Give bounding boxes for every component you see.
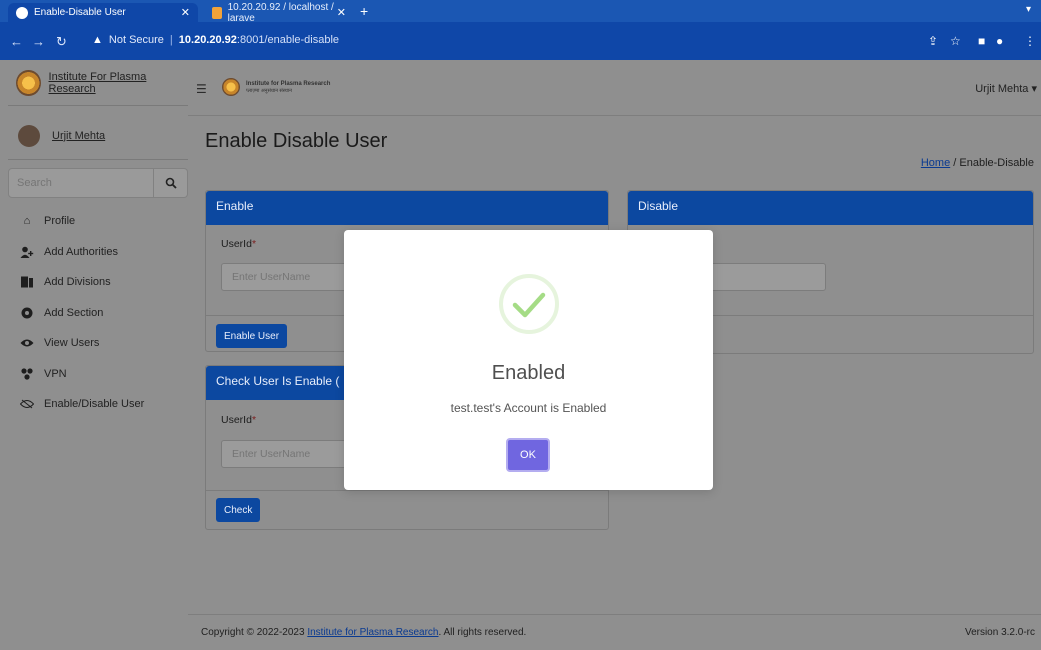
- userid-label: UserId*: [221, 238, 257, 250]
- success-check-icon: [498, 273, 560, 335]
- page-title: Enable Disable User: [205, 130, 388, 152]
- disable-card-header: Disable: [628, 191, 1033, 225]
- site-favicon-icon: [16, 6, 28, 19]
- sidebar-item-profile[interactable]: ⌂ Profile: [8, 206, 188, 237]
- warning-icon: ▲: [92, 34, 103, 46]
- top-user-name: Urjit Mehta: [975, 83, 1029, 95]
- breadcrumb-home-link[interactable]: Home: [921, 157, 950, 169]
- version-text: Version 3.2.0-rc: [964, 627, 1035, 638]
- security-status: Not Secure: [108, 34, 164, 46]
- search-input[interactable]: [8, 168, 154, 198]
- menu-kebab-icon[interactable]: ⋮: [1024, 34, 1036, 48]
- tab-label: Enable-Disable User: [34, 7, 126, 18]
- sidebar-item-label: View Users: [44, 337, 100, 350]
- bookmark-star-icon[interactable]: ☆: [950, 34, 961, 48]
- browser-tab-bar: Enable-Disable User ✕ 10.20.20.92 / loca…: [0, 0, 1041, 24]
- sidebar-item-add-section[interactable]: Add Section: [8, 298, 188, 329]
- header-logo[interactable]: Institute for Plasma Research प्लाज़्मा …: [222, 78, 330, 96]
- sidebar-item-label: Add Divisions: [44, 276, 111, 289]
- phpmyadmin-favicon-icon: [212, 6, 222, 19]
- back-arrow-icon[interactable]: ←: [10, 34, 23, 49]
- enable-userid-input[interactable]: [221, 263, 361, 291]
- check-button[interactable]: Check: [216, 498, 261, 522]
- search-button[interactable]: [154, 168, 188, 198]
- user-avatar: [18, 124, 40, 147]
- success-dialog: Enabled test.test's Account is Enabled O…: [344, 230, 713, 490]
- close-tab-icon[interactable]: ✕: [181, 6, 190, 19]
- logo-text-english: Institute for Plasma Research: [246, 80, 331, 87]
- user-plus-icon: [20, 246, 34, 258]
- tab-phpmyadmin[interactable]: 10.20.20.92 / localhost / larave ✕: [204, 1, 354, 24]
- hamburger-menu-icon[interactable]: ☰: [196, 82, 207, 96]
- dialog-title: Enabled: [491, 362, 566, 384]
- breadcrumb-current: Enable-Disable: [959, 157, 1034, 169]
- sidebar-search: [8, 168, 188, 198]
- copyright-text: Copyright © 2022-2023 Institute for Plas…: [201, 627, 527, 638]
- sidebar-item-add-authorities[interactable]: Add Authorities: [8, 237, 188, 268]
- network-icon: [20, 368, 34, 380]
- new-tab-button[interactable]: +: [360, 3, 368, 19]
- sidepanel-icon[interactable]: ■: [978, 34, 985, 48]
- door-icon: [20, 276, 34, 288]
- close-tab-icon[interactable]: ✕: [337, 6, 346, 19]
- sidebar-item-label: Profile: [44, 215, 76, 228]
- address-bar: ← → ↻ ▲ Not Secure | 10.20.20.92 :8001/e…: [0, 22, 1041, 60]
- user-dropdown[interactable]: Urjit Mehta ▾: [975, 82, 1037, 95]
- logo-text-hindi: प्लाज़्मा अनुसंधान संस्थान: [246, 87, 292, 94]
- reload-icon[interactable]: ↻: [56, 34, 67, 50]
- search-icon: [165, 177, 177, 189]
- sidebar-item-label: Enable/Disable User: [44, 398, 145, 411]
- sidebar-user[interactable]: Urjit Mehta: [8, 112, 188, 160]
- home-icon: ⌂: [23, 215, 31, 228]
- enable-card-header: Enable: [206, 191, 608, 225]
- tab-label: 10.20.20.92 / localhost / larave: [227, 1, 334, 24]
- eye-slash-icon: [20, 398, 34, 410]
- sidebar-menu: ⌂ Profile Add Authorities Add Divisions …: [8, 206, 188, 420]
- gear-icon: [20, 307, 34, 319]
- sidebar-item-add-divisions[interactable]: Add Divisions: [8, 267, 188, 298]
- share-icon[interactable]: ⇪: [928, 34, 938, 48]
- breadcrumb-separator: /: [953, 157, 957, 169]
- enable-user-button[interactable]: Enable User: [216, 324, 288, 348]
- breadcrumb: Home / Enable-Disable: [921, 157, 1034, 169]
- userid-label: UserId*: [221, 414, 257, 426]
- sidebar-item-label: VPN: [44, 367, 67, 380]
- forward-arrow-icon[interactable]: →: [32, 34, 45, 49]
- top-navbar: ☰ Institute for Plasma Research प्लाज़्म…: [188, 60, 1041, 116]
- card-divider: [206, 490, 608, 491]
- sidebar-item-label: Add Authorities: [44, 245, 118, 258]
- institute-logo-icon: [222, 78, 240, 96]
- sidebar: Institute For Plasma Research Urjit Meht…: [8, 60, 188, 650]
- sidebar-item-label: Add Section: [44, 306, 104, 319]
- brand-name: Institute For Plasma Research: [48, 70, 147, 95]
- sidebar-item-enable-disable-user[interactable]: Enable/Disable User: [8, 389, 188, 420]
- ok-button[interactable]: OK: [506, 438, 550, 472]
- sidebar-user-name: Urjit Mehta: [52, 129, 106, 142]
- page-footer: Copyright © 2022-2023 Institute for Plas…: [188, 614, 1041, 650]
- dialog-message: test.test's Account is Enabled: [450, 401, 607, 415]
- sidebar-brand[interactable]: Institute For Plasma Research: [8, 60, 188, 106]
- institute-logo-icon: [16, 69, 41, 96]
- eye-icon: [20, 337, 34, 349]
- url-path: :8001/enable-disable: [236, 34, 340, 46]
- tab-enable-disable-user[interactable]: Enable-Disable User ✕: [8, 3, 198, 22]
- url-field[interactable]: ▲ Not Secure | 10.20.20.92 :8001/enable-…: [92, 29, 972, 51]
- footer-org-link[interactable]: Institute for Plasma Research: [307, 627, 438, 638]
- url-host: 10.20.20.92: [178, 34, 237, 46]
- check-userid-input[interactable]: [221, 440, 361, 468]
- sidebar-item-view-users[interactable]: View Users: [8, 328, 188, 359]
- url-separator: |: [169, 34, 173, 46]
- tab-search-chevron-icon[interactable]: ▾: [1026, 4, 1031, 15]
- sidebar-item-vpn[interactable]: VPN: [8, 359, 188, 390]
- profile-avatar-icon[interactable]: ●: [996, 34, 1003, 48]
